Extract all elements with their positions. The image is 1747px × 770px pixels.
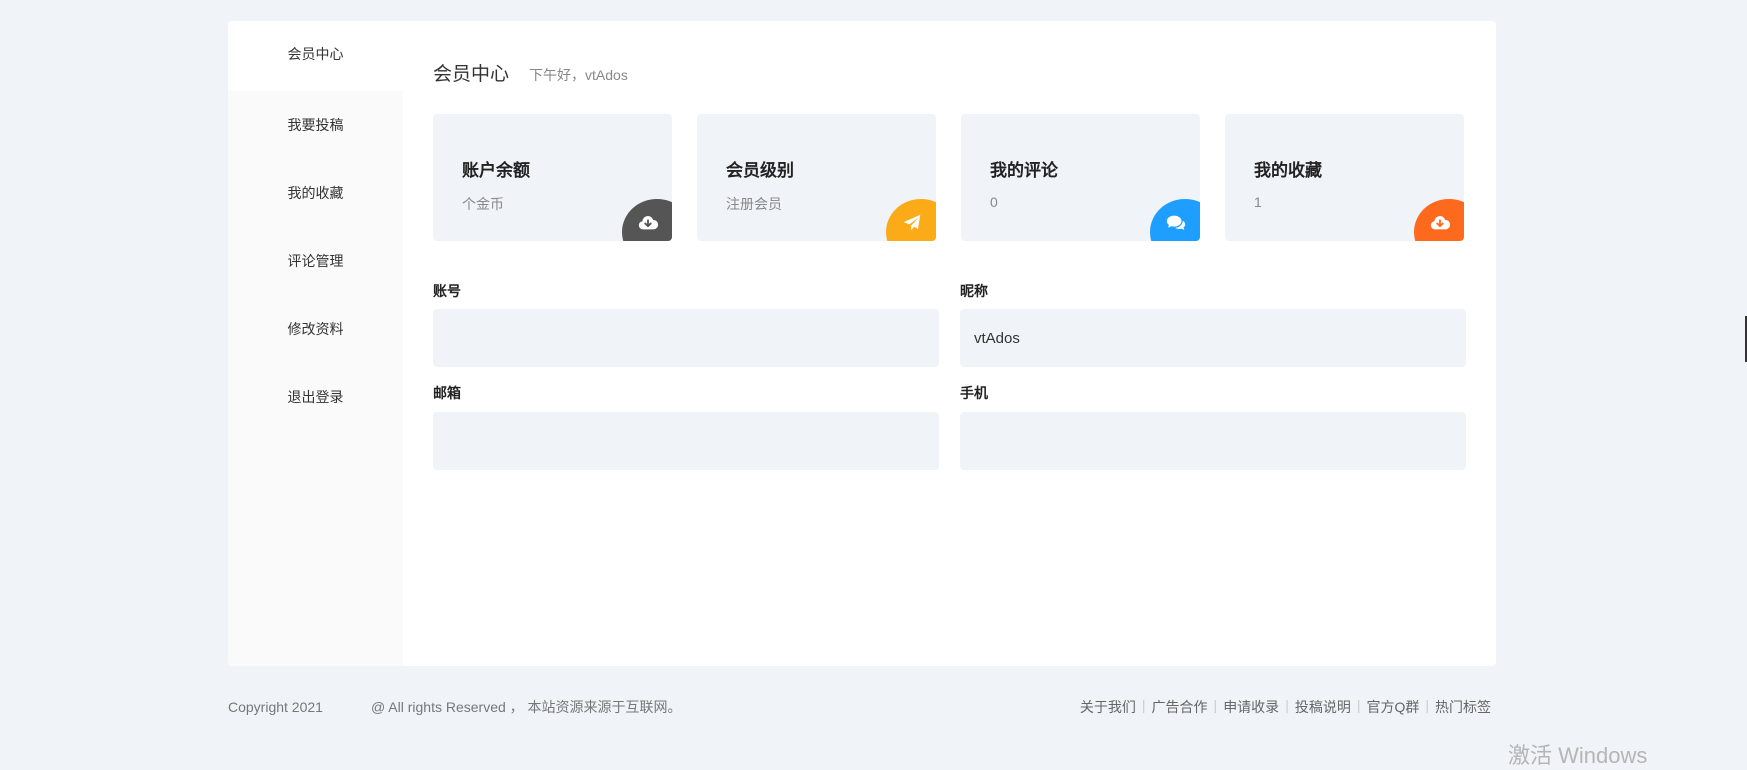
nickname-field[interactable] bbox=[960, 309, 1466, 367]
account-label: 账号 bbox=[433, 283, 461, 299]
footer-divider: | bbox=[1213, 697, 1218, 713]
phone-field[interactable] bbox=[960, 412, 1466, 470]
greeting-text: 下午好，vtAdos bbox=[529, 67, 628, 83]
footer-links: 关于我们 | 广告合作 | 申请收录 | 投稿说明 | 官方Q群 | 热门标签 bbox=[1080, 697, 1491, 717]
nickname-label: 昵称 bbox=[960, 283, 988, 299]
sidebar-item-edit-profile[interactable]: 修改资料 bbox=[228, 295, 403, 363]
page-title: 会员中心 bbox=[433, 64, 510, 85]
member-level-card[interactable]: 会员级别 注册会员 bbox=[697, 114, 936, 241]
card-title: 账户余额 bbox=[462, 161, 530, 180]
rights-text: @ All rights Reserved ， 本站资源来源于互联网。 bbox=[370, 699, 682, 715]
sidebar-item-favorites[interactable]: 我的收藏 bbox=[228, 159, 403, 227]
card-title: 我的收藏 bbox=[1254, 161, 1322, 180]
page-header: 会员中心 下午好，vtAdos bbox=[433, 59, 628, 86]
comments-icon bbox=[1166, 215, 1186, 230]
cloud-download-icon bbox=[638, 216, 659, 230]
copyright-text: Copyright 2021 bbox=[228, 699, 323, 715]
card-value: 0 bbox=[990, 194, 998, 210]
card-value: 个金币 bbox=[462, 196, 504, 212]
footer-copyright: Copyright 2021 @ All rights Reserved ， 本站… bbox=[228, 697, 682, 717]
member-center-panel: 会员中心 我要投稿 我的收藏 评论管理 修改资料 退出登录 会员中心 下午好，v… bbox=[228, 21, 1496, 666]
balance-card[interactable]: 账户余额 个金币 bbox=[433, 114, 672, 241]
footer-link-hot-tags[interactable]: 热门标签 bbox=[1435, 697, 1491, 717]
footer-link-about[interactable]: 关于我们 bbox=[1080, 697, 1136, 717]
card-badge bbox=[622, 199, 672, 241]
sidebar-item-member-center[interactable]: 会员中心 bbox=[228, 21, 403, 91]
sidebar: 会员中心 我要投稿 我的收藏 评论管理 修改资料 退出登录 bbox=[228, 21, 403, 666]
card-badge bbox=[886, 199, 936, 241]
cloud-download-icon bbox=[1430, 216, 1451, 230]
footer-divider: | bbox=[1285, 697, 1289, 713]
paper-plane-icon bbox=[903, 214, 921, 231]
card-title: 会员级别 bbox=[726, 161, 794, 180]
footer-divider: | bbox=[1141, 697, 1146, 713]
footer-link-ads[interactable]: 广告合作 bbox=[1152, 697, 1208, 717]
account-field[interactable] bbox=[433, 309, 939, 367]
favorites-card[interactable]: 我的收藏 1 bbox=[1225, 114, 1464, 241]
card-value: 注册会员 bbox=[726, 196, 782, 212]
email-label: 邮箱 bbox=[433, 385, 461, 401]
sidebar-item-comments[interactable]: 评论管理 bbox=[228, 227, 403, 295]
comments-card[interactable]: 我的评论 0 bbox=[961, 114, 1200, 241]
phone-label: 手机 bbox=[960, 385, 988, 401]
sidebar-item-logout[interactable]: 退出登录 bbox=[228, 363, 403, 431]
card-badge bbox=[1150, 199, 1200, 241]
footer-divider: | bbox=[1356, 697, 1361, 713]
card-badge bbox=[1414, 199, 1464, 241]
footer-link-qq-group[interactable]: 官方Q群 bbox=[1366, 697, 1419, 717]
sidebar-item-submit-post[interactable]: 我要投稿 bbox=[228, 91, 403, 159]
main-content: 会员中心 下午好，vtAdos 账户余额 个金币 会员级别 注册会员 我的评论 … bbox=[403, 21, 1496, 666]
footer-link-submit-site[interactable]: 申请收录 bbox=[1223, 697, 1279, 717]
email-field[interactable] bbox=[433, 412, 939, 470]
card-title: 我的评论 bbox=[990, 161, 1058, 180]
footer-divider: | bbox=[1425, 697, 1429, 713]
card-value: 1 bbox=[1254, 194, 1262, 210]
windows-activation-watermark: 激活 Windows bbox=[1508, 743, 1648, 768]
footer-link-submission-guide[interactable]: 投稿说明 bbox=[1295, 697, 1351, 717]
